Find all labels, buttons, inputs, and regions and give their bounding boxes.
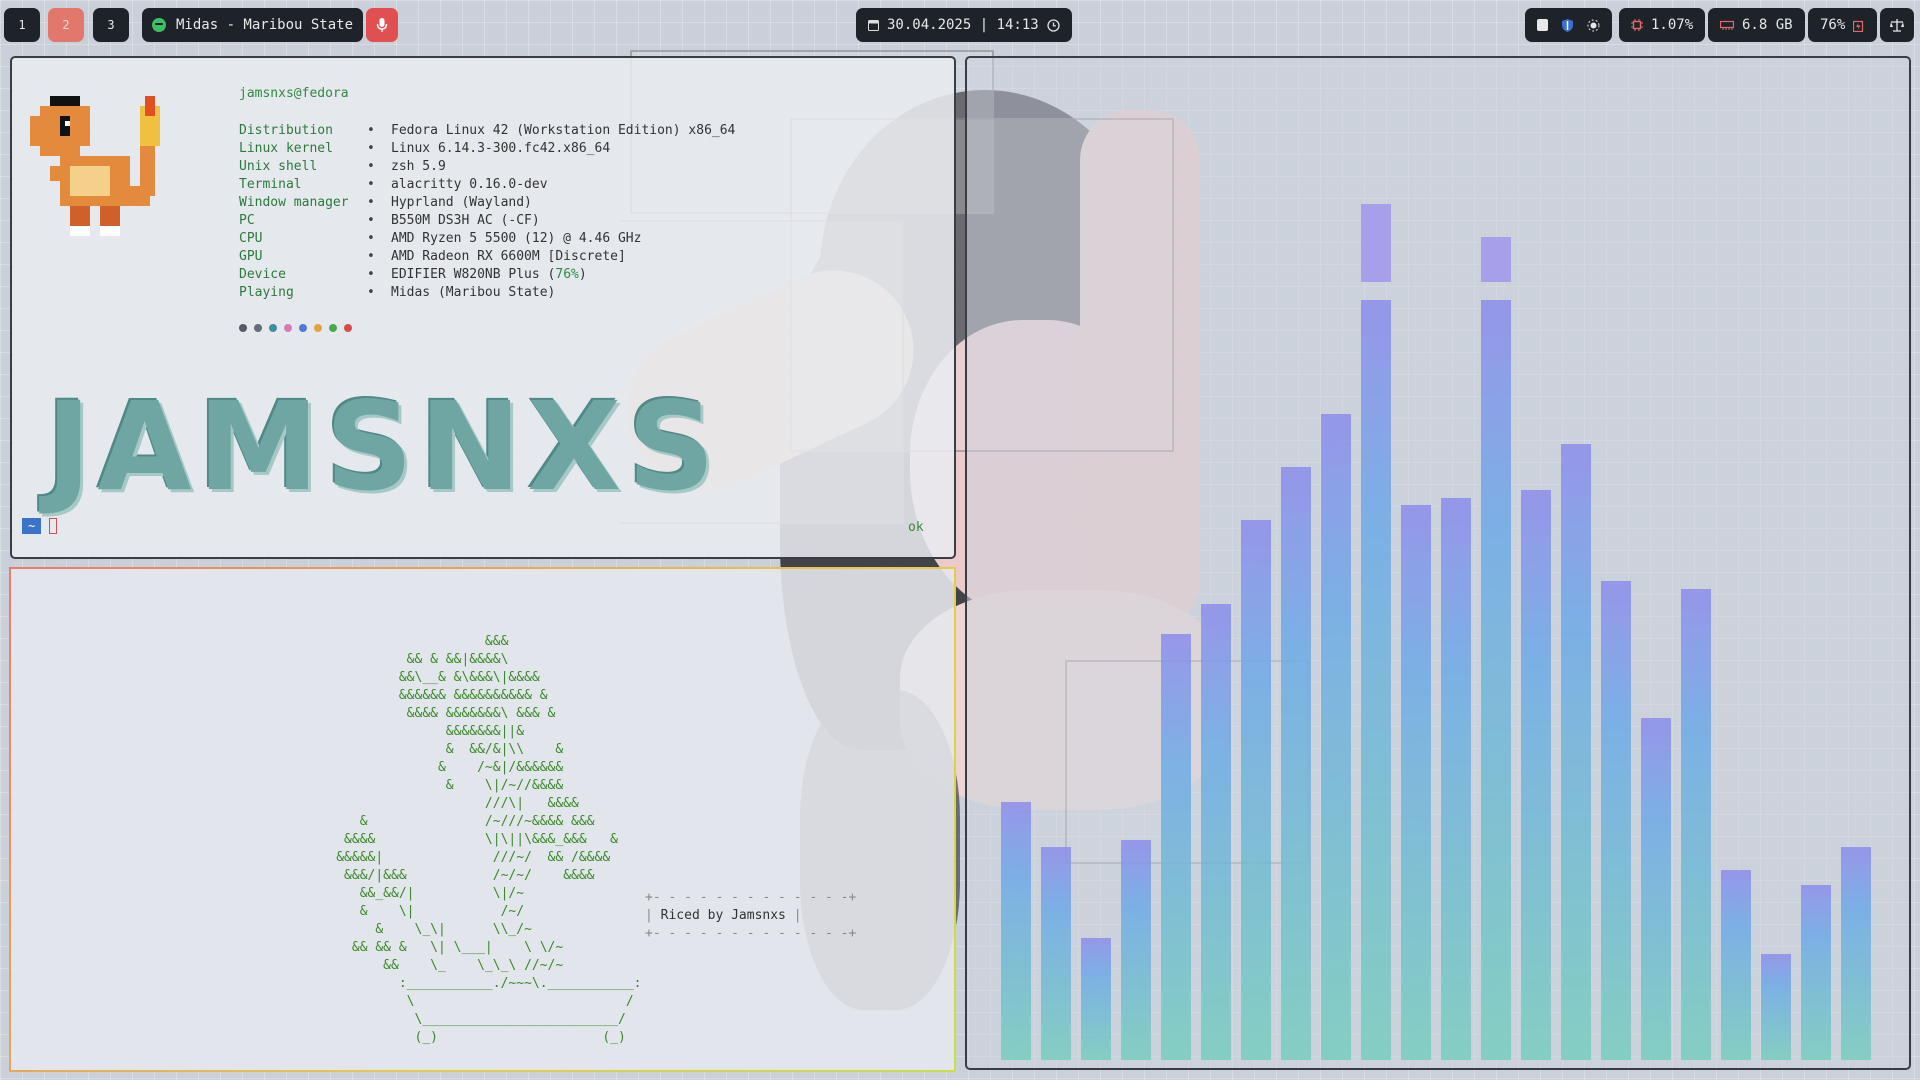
visualizer-bar	[1201, 604, 1231, 1060]
visualizer-bar	[1521, 490, 1551, 1060]
power-profile-button[interactable]	[1880, 8, 1914, 42]
cpu-icon	[1631, 19, 1643, 31]
visualizer-bar	[1641, 718, 1671, 1060]
visualizer-peak	[1481, 237, 1511, 282]
brightness-icon[interactable]	[1587, 19, 1600, 32]
visualizer-bar	[1321, 414, 1351, 1060]
shield-icon[interactable]	[1562, 18, 1573, 32]
visualizer-bar	[1761, 954, 1791, 1060]
memory-icon	[1720, 20, 1734, 30]
visualizer-bar	[1241, 520, 1271, 1060]
palette-dot	[344, 324, 352, 332]
memory-usage-widget[interactable]: 6.8 GB	[1708, 8, 1805, 42]
fetch-row-window-manager: Window manager • Hyprland (Wayland)	[239, 195, 532, 210]
palette-dot	[284, 324, 292, 332]
fetch-user-host: jamsnxs@fedora	[239, 86, 349, 101]
visualizer-bar	[1721, 870, 1751, 1060]
visualizer-bar	[1281, 467, 1311, 1060]
battery-label: 76%	[1820, 17, 1846, 33]
palette-dot	[329, 324, 337, 332]
visualizer-bar	[1121, 840, 1151, 1060]
terminal-window-fetch[interactable]: jamsnxs@fedora Distribution • Fedora Linux…	[10, 56, 956, 559]
visualizer-bar	[1361, 300, 1391, 1060]
visualizer-bar	[1801, 885, 1831, 1060]
microphone-icon	[376, 18, 388, 32]
microphone-button[interactable]	[366, 8, 398, 42]
fetch-row-device: Device • EDIFIER W820NB Plus (76%)	[239, 267, 587, 282]
cpu-usage-widget[interactable]: 1.07%	[1619, 8, 1706, 42]
visualizer-bar	[1681, 589, 1711, 1060]
command-status-ok: ok	[908, 520, 924, 535]
jamsnxs-logo-text: JAMSNXS	[46, 376, 722, 518]
visualizer-bar	[1001, 802, 1031, 1060]
fetch-info-list: Distribution • Fedora Linux 42 (Workstatio…	[239, 122, 735, 302]
workspace-2-button[interactable]: 2	[48, 8, 84, 42]
prompt-directory-tag: ~	[22, 518, 42, 534]
visualizer-peak	[1361, 204, 1391, 282]
memory-usage-label: 6.8 GB	[1742, 17, 1793, 33]
fetch-row-playing: Playing • Midas (Maribou State)	[239, 285, 556, 300]
terminal-window-bonsai[interactable]: &&& && & &&|&&&&\ &&\__& &\&&&\|&&&& &&&…	[9, 567, 956, 1072]
calendar-icon	[868, 20, 879, 31]
balance-scale-icon	[1890, 18, 1904, 32]
shell-prompt[interactable]: ~	[22, 518, 58, 534]
spotify-icon	[152, 18, 166, 32]
visualizer-bar	[1841, 847, 1871, 1060]
text-cursor	[49, 518, 58, 534]
audio-visualizer-window[interactable]	[965, 56, 1911, 1070]
cpu-usage-label: 1.07%	[1651, 17, 1694, 33]
palette-dot	[299, 324, 307, 332]
fetch-row-distribution: Distribution • Fedora Linux 42 (Workstatio…	[239, 123, 736, 138]
color-palette-dots	[239, 324, 352, 332]
now-playing-label: Midas - Maribou State	[176, 17, 354, 33]
fetch-row-cpu: CPU • AMD Ryzen 5 5500 (12) @ 4.46 GHz	[239, 231, 642, 246]
visualizer-bar	[1041, 847, 1071, 1060]
clock-widget[interactable]: 30.04.2025 | 14:13	[856, 8, 1072, 42]
riced-by-caption: +- - - - - - - - - - - - -+ | Riced by J…	[645, 890, 857, 941]
fetch-row-terminal: Terminal • alacritty 0.16.0-dev	[239, 177, 548, 192]
charmander-pixel-icon	[30, 96, 160, 236]
fetch-row-gpu: GPU • AMD Radeon RX 6600M [Discrete]	[239, 249, 626, 264]
workspace-3-button[interactable]: 3	[93, 8, 129, 42]
palette-dot	[314, 324, 322, 332]
visualizer-bar	[1481, 300, 1511, 1060]
battery-charging-icon	[1853, 20, 1864, 32]
media-player-widget[interactable]: Midas - Maribou State	[142, 8, 364, 42]
clock-icon	[1047, 18, 1060, 32]
fetch-row-kernel: Linux kernel • Linux 6.14.3-300.fc42.x86_6…	[239, 141, 611, 156]
visualizer-bar	[1401, 505, 1431, 1060]
palette-dot	[254, 324, 262, 332]
battery-widget[interactable]: 76%	[1808, 8, 1878, 42]
bonsai-tree-ascii-art: &&& && & &&|&&&&\ &&\__& &\&&&\|&&&& &&&…	[336, 634, 642, 1045]
palette-dot	[239, 324, 247, 332]
fetch-row-shell: Unix shell • zsh 5.9	[239, 159, 446, 174]
datetime-label: 30.04.2025 | 14:13	[887, 17, 1039, 33]
tray-app-icon[interactable]	[1537, 19, 1548, 31]
palette-dot	[269, 324, 277, 332]
visualizer-bar	[1081, 938, 1111, 1060]
visualizer-bar	[1601, 581, 1631, 1060]
fetch-row-pc: PC • B550M DS3H AC (-CF)	[239, 213, 540, 228]
visualizer-bar	[1441, 498, 1471, 1060]
workspace-1-button[interactable]: 1	[4, 8, 40, 42]
top-bar: 1 2 3 Midas - Maribou State 30.04.2025 |…	[0, 8, 1920, 42]
system-tray	[1525, 8, 1612, 42]
visualizer-bar	[1161, 634, 1191, 1060]
visualizer-bar	[1561, 444, 1591, 1060]
